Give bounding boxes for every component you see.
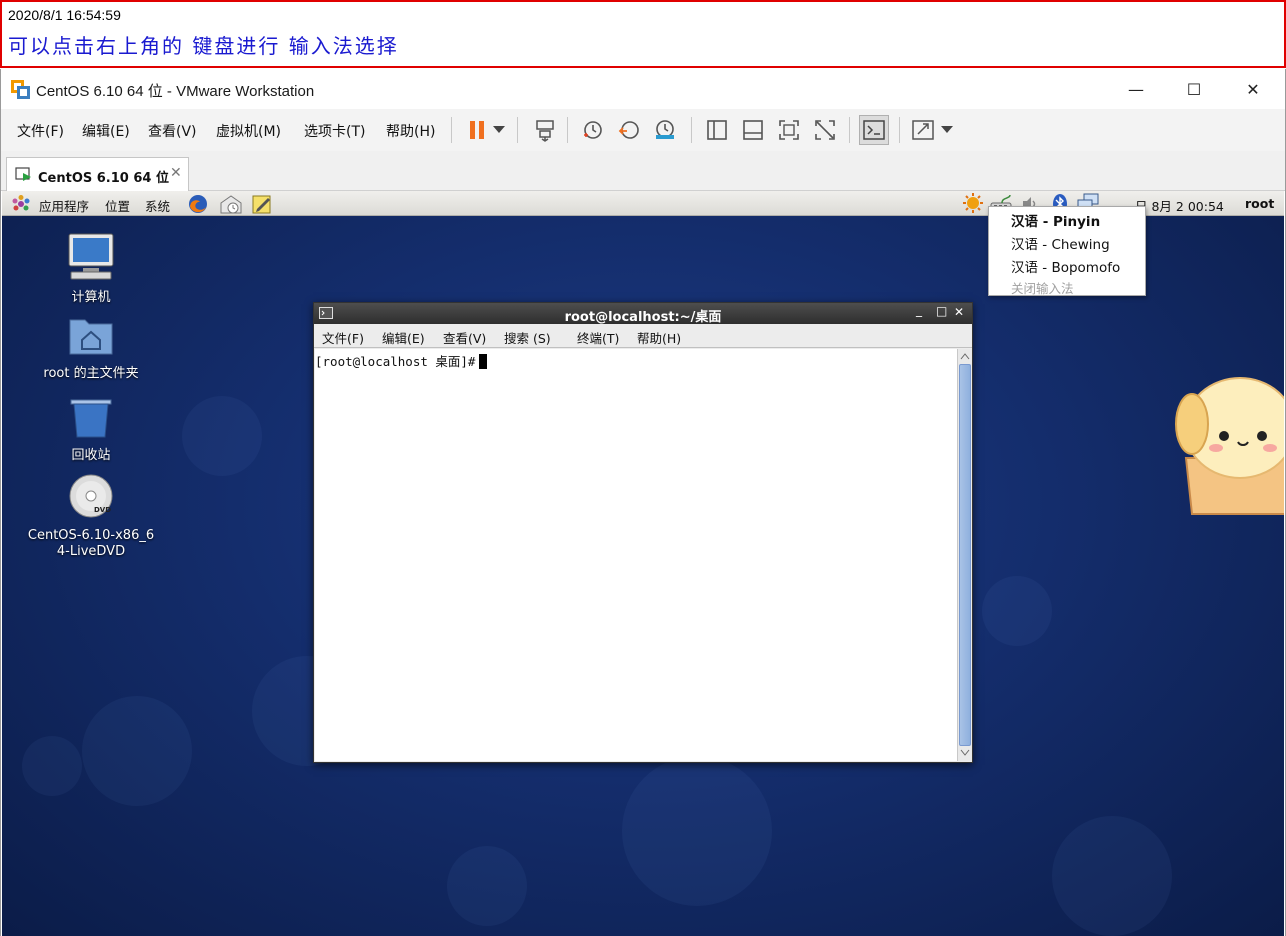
desktop-icon-label: 计算机 (71, 290, 111, 305)
tab-close-icon[interactable]: ✕ (170, 165, 182, 181)
full-screen-icon[interactable] (775, 117, 803, 143)
terminal-menu-help[interactable]: 帮助(H) (637, 328, 681, 347)
minimize-button[interactable]: — (1113, 75, 1159, 103)
tab-centos[interactable]: CentOS 6.10 64 位 ✕ (6, 157, 189, 191)
vmware-window: CentOS 6.10 64 位 - VMware Workstation — … (0, 69, 1286, 936)
desktop-icon-computer[interactable]: 计算机 (26, 232, 156, 306)
close-button[interactable]: ✕ (1230, 75, 1276, 103)
input-method-menu: 汉语 - Pinyin 汉语 - Chewing 汉语 - Bopomofo 关… (988, 206, 1146, 296)
stretch-dropdown-icon[interactable] (937, 117, 957, 143)
terminal-title-bar[interactable]: root@localhost:~/桌面 _ □ ✕ (314, 303, 972, 325)
power-dropdown-icon[interactable] (489, 117, 509, 143)
terminal-menu-terminal[interactable]: 终端(T) (577, 328, 619, 347)
stretch-display-icon[interactable] (909, 117, 937, 143)
panel-places-menu[interactable]: 位置 (105, 196, 130, 215)
im-item-bopomofo[interactable]: 汉语 - Bopomofo (1011, 256, 1120, 276)
terminal-output[interactable]: [root@localhost 桌面]# (315, 349, 957, 761)
console-view-icon[interactable] (859, 115, 889, 145)
annotation-banner: 2020/8/1 16:54:59 可以点击右上角的 键盘进行 输入法选择 (0, 0, 1286, 68)
svg-text:DVD: DVD (94, 506, 111, 514)
terminal-prompt: [root@localhost 桌面]# (315, 354, 476, 369)
snapshot-icon[interactable] (579, 117, 607, 143)
menu-bar: 文件(F) 编辑(E) 查看(V) 虚拟机(M) 选项卡(T) 帮助(H) (1, 109, 1285, 151)
desktop-icon-home[interactable]: root 的主文件夹 (26, 314, 156, 382)
menu-vm[interactable]: 虚拟机(M) (216, 121, 281, 141)
update-notifier-icon[interactable] (962, 192, 984, 214)
show-library-icon[interactable] (703, 117, 731, 143)
banner-timestamp: 2020/8/1 16:54:59 (8, 7, 121, 23)
menu-view[interactable]: 查看(V) (148, 121, 197, 141)
gnome-foot-icon[interactable] (11, 194, 31, 214)
terminal-close-button[interactable]: ✕ (954, 305, 964, 319)
guest-screen[interactable]: 应用程序 位置 系统 日 8月 2 00:54 root 计算机 root 的主… (2, 191, 1284, 936)
window-title: CentOS 6.10 64 位 - VMware Workstation (36, 83, 315, 100)
panel-system-menu[interactable]: 系统 (145, 196, 170, 215)
dvd-icon: DVD (69, 474, 113, 518)
desktop-icon-label: CentOS-6.10-x86_64-LiveDVD (27, 528, 155, 559)
title-bar[interactable]: CentOS 6.10 64 位 - VMware Workstation — … (1, 69, 1285, 109)
terminal-prompt-line: [root@localhost 桌面]# (315, 351, 488, 370)
scroll-up-icon[interactable] (960, 352, 970, 360)
scroll-thumb[interactable] (959, 364, 971, 746)
desktop[interactable]: 计算机 root 的主文件夹 回收站 DVD CentOS-6.10-x86_6… (2, 206, 1284, 936)
revert-snapshot-icon[interactable] (615, 117, 643, 143)
desktop-icon-trash[interactable]: 回收站 (26, 394, 156, 464)
vmware-logo-icon (11, 80, 31, 100)
terminal-title: root@localhost:~/桌面 (564, 310, 722, 325)
im-item-disable: 关闭输入法 (1011, 281, 1074, 296)
trash-icon (70, 399, 112, 438)
unity-mode-icon[interactable] (811, 117, 839, 143)
vm-tab-strip: CentOS 6.10 64 位 ✕ (1, 151, 1285, 191)
menu-file[interactable]: 文件(F) (17, 121, 64, 141)
computer-icon (68, 233, 114, 280)
terminal-menu-bar: 文件(F) 编辑(E) 查看(V) 搜索 (S) 终端(T) 帮助(H) (314, 324, 972, 348)
pause-icon[interactable] (463, 117, 491, 143)
tab-label: CentOS 6.10 64 位 (38, 171, 169, 186)
panel-user[interactable]: root (1245, 196, 1274, 211)
firefox-icon[interactable] (187, 193, 209, 215)
terminal-menu-search[interactable]: 搜索 (S) (504, 328, 551, 347)
im-item-chewing[interactable]: 汉语 - Chewing (1011, 233, 1110, 253)
desktop-icon-label: 回收站 (71, 448, 111, 463)
terminal-menu-view[interactable]: 查看(V) (443, 328, 486, 347)
show-thumbnail-icon[interactable] (739, 117, 767, 143)
panel-clock[interactable]: 日 8月 2 00:54 (1135, 196, 1224, 215)
vm-running-icon (15, 167, 31, 181)
panel-applications-menu[interactable]: 应用程序 (39, 196, 89, 215)
terminal-scrollbar[interactable] (957, 349, 972, 761)
scroll-down-icon[interactable] (960, 749, 970, 757)
banner-note: 可以点击右上角的 键盘进行 输入法选择 (8, 34, 399, 58)
mail-client-icon[interactable] (219, 193, 243, 215)
menu-tabs[interactable]: 选项卡(T) (304, 121, 365, 141)
text-editor-icon[interactable] (251, 193, 273, 215)
maximize-button[interactable]: ☐ (1171, 75, 1217, 103)
snapshot-manager-icon[interactable] (651, 117, 679, 143)
terminal-cursor (479, 354, 488, 369)
menu-help[interactable]: 帮助(H) (386, 121, 435, 141)
puppy-sticker-icon (1175, 377, 1284, 515)
send-ctrl-alt-del-icon[interactable] (531, 117, 559, 143)
terminal-minimize-button[interactable]: _ (916, 303, 922, 317)
terminal-window[interactable]: root@localhost:~/桌面 _ □ ✕ 文件(F) 编辑(E) 查看… (313, 302, 973, 763)
terminal-menu-file[interactable]: 文件(F) (322, 328, 364, 347)
home-folder-icon (69, 319, 113, 355)
im-item-pinyin[interactable]: 汉语 - Pinyin (1011, 210, 1100, 230)
menu-edit[interactable]: 编辑(E) (82, 121, 130, 141)
terminal-menu-edit[interactable]: 编辑(E) (382, 328, 425, 347)
terminal-maximize-button[interactable]: □ (936, 304, 947, 318)
desktop-icon-label: root 的主文件夹 (43, 366, 139, 381)
desktop-icon-dvd[interactable]: DVD CentOS-6.10-x86_64-LiveDVD (26, 472, 156, 560)
